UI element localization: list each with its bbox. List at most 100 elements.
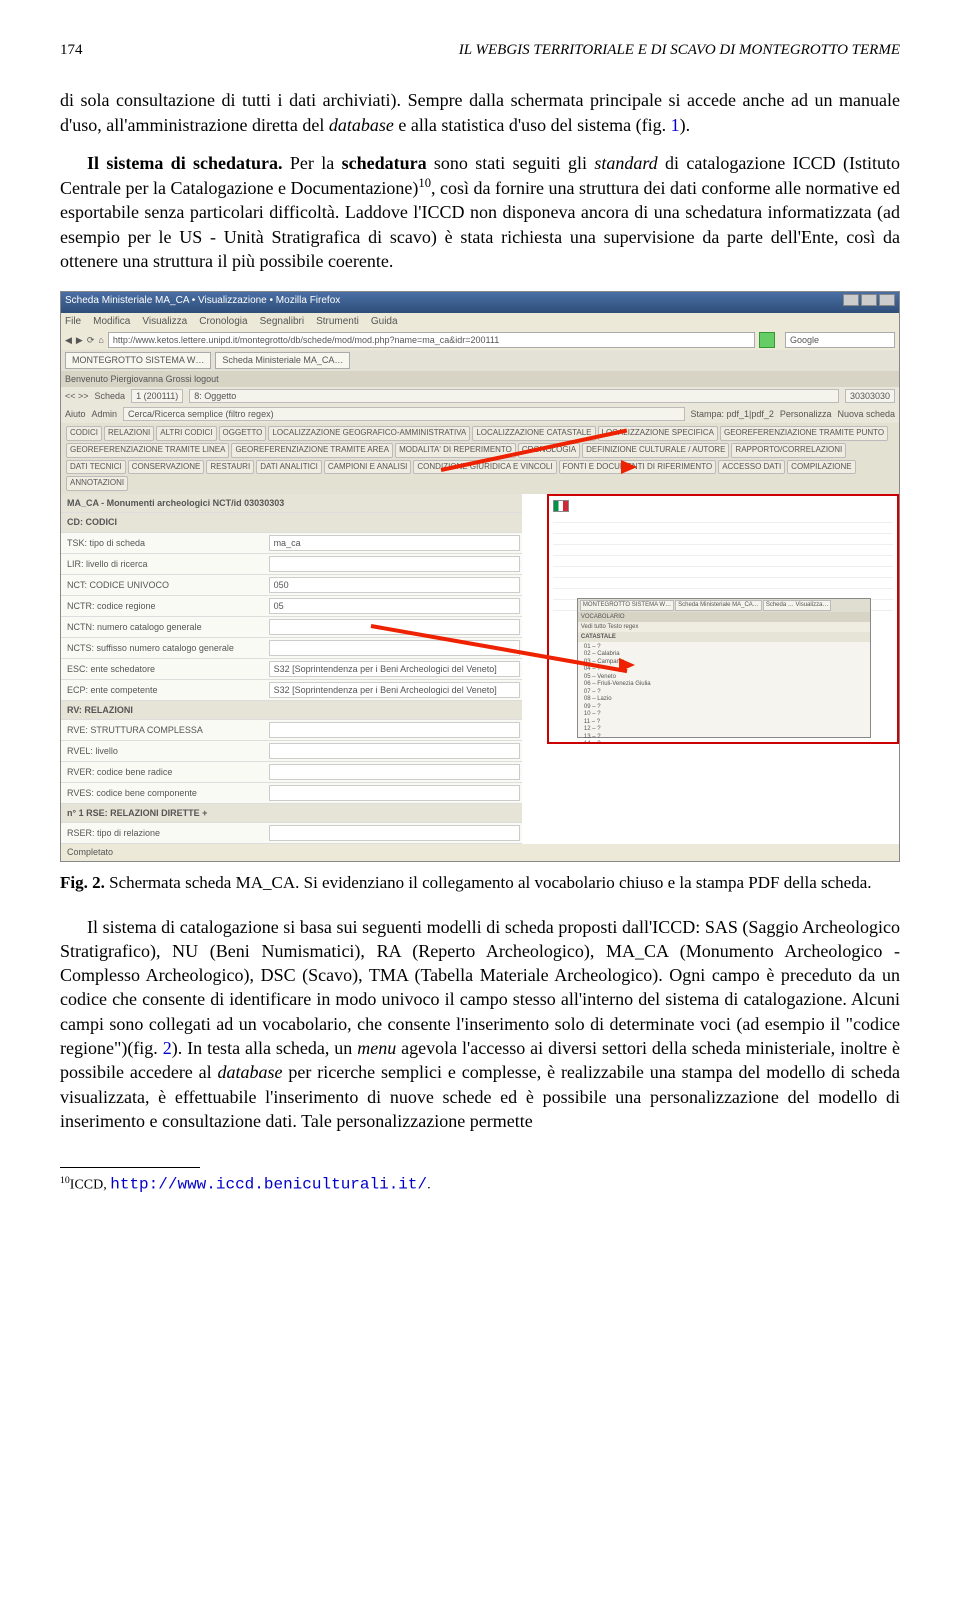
category-chip[interactable]: GEOREFERENZIAZIONE TRAMITE AREA [231,443,393,458]
category-chip[interactable]: CODICI [66,426,102,441]
vocab-item[interactable]: 08 – Lazio [584,696,864,704]
field-value[interactable]: S32 [Soprintendenza per i Beni Archeolog… [269,661,520,677]
figure-caption: Fig. 2. Schermata scheda MA_CA. Si evide… [60,872,900,895]
field-row: NCT: CODICE UNIVOCO050 [61,575,522,596]
category-chip[interactable]: CAMPIONI E ANALISI [324,460,412,475]
category-chip[interactable]: GEOREFERENZIAZIONE TRAMITE PUNTO [720,426,888,441]
field-value[interactable] [269,743,520,759]
field-value[interactable]: 050 [269,577,520,593]
category-chip[interactable]: FONTI E DOCUMENTI DI RIFERIMENTO [559,460,717,475]
field-value[interactable] [269,619,520,635]
field-value[interactable]: S32 [Soprintendenza per i Beni Archeolog… [269,682,520,698]
field-value[interactable] [269,556,520,572]
italy-flag-icon [553,500,569,512]
vocab-item[interactable]: 14 – ? [584,741,864,744]
vocab-item[interactable]: 07 – ? [584,689,864,697]
field-label: RSER: tipo di relazione [61,824,267,842]
field-label: ESC: ente schedatore [61,660,267,678]
field-value[interactable] [269,785,520,801]
app-welcomebar: Benvenuto Piergiovanna Grossi logout [61,371,899,387]
field-label: NCT: CODICE UNIVOCO [61,576,267,594]
field-value[interactable] [269,640,520,656]
field-label: ECP: ente competente [61,681,267,699]
nuova-scheda-link[interactable]: Nuova scheda [837,408,895,420]
app-row-1: << >> Scheda 1 (200111) 8: Oggetto 30303… [61,387,899,405]
footnote-url[interactable]: http://www.iccd.beniculturali.it/ [110,1176,427,1194]
nav-arrows[interactable]: << >> [65,390,89,402]
running-header: 174 IL WEBGIS TERRITORIALE E DI SCAVO DI… [60,40,900,60]
browser-search[interactable]: Google [785,332,895,348]
forward-icon[interactable]: ▶ [76,334,83,346]
category-chip[interactable]: RESTAURI [206,460,254,475]
figure-2: Scheda Ministeriale MA_CA • Visualizzazi… [60,291,900,894]
paragraph-1: di sola consultazione di tutti i dati ar… [60,88,900,137]
field-label: CD: CODICI [61,513,267,531]
field-row: NCTR: codice regione05 [61,596,522,617]
vocab-item[interactable]: 06 – Friuli-Venezia Giulia [584,681,864,689]
subwin-toolbar[interactable]: Vedi tutto Testo regex [578,622,870,632]
home-icon[interactable]: ⌂ [98,334,103,346]
field-label: n° 1 RSE: RELAZIONI DIRETTE + [61,804,267,822]
subwin-tabs[interactable]: MONTEGROTTO SISTEMA W…Scheda Ministerial… [578,599,870,611]
field-value[interactable] [269,722,520,738]
statusbar: Completato [61,844,899,860]
category-chip[interactable]: DATI ANALITICI [256,460,322,475]
category-chip[interactable]: LOCALIZZAZIONE GEOGRAFICO-AMMINISTRATIVA [268,426,470,441]
codice-field[interactable]: 30303030 [845,389,895,403]
arrowhead-icon [619,658,635,672]
field-row: CD: CODICI [61,513,522,532]
category-chip[interactable]: CONSERVAZIONE [128,460,205,475]
footnote-rule [60,1167,200,1168]
footnote-ref-10[interactable]: 10 [418,176,431,190]
vocab-item[interactable]: 13 – ? [584,734,864,742]
window-buttons[interactable] [841,294,895,311]
category-chip[interactable]: OGGETTO [219,426,267,441]
field-label: NCTR: codice regione [61,597,267,615]
category-chip[interactable]: DATI TECNICI [66,460,126,475]
vocab-item[interactable]: 12 – ? [584,726,864,734]
field-label: TSK: tipo di scheda [61,534,267,552]
field-value[interactable]: 05 [269,598,520,614]
category-chip[interactable]: DEFINIZIONE CULTURALE / AUTORE [582,443,729,458]
field-value[interactable] [269,764,520,780]
back-icon[interactable]: ◀ [65,334,72,346]
browser-tabs: MONTEGROTTO SISTEMA W… Scheda Ministeria… [61,350,899,370]
url-field[interactable]: http://www.ketos.lettere.unipd.it/monteg… [108,332,755,348]
field-value[interactable]: ma_ca [269,535,520,551]
subwin-group: CATASTALE [578,632,870,642]
campi-select[interactable]: 8: Oggetto [189,389,839,403]
field-value[interactable] [269,825,520,841]
reload-icon[interactable]: ⟳ [87,334,95,346]
category-chip[interactable]: GEOREFERENZIAZIONE TRAMITE LINEA [66,443,229,458]
personalizza-link[interactable]: Personalizza [780,408,832,420]
browser-tab[interactable]: Scheda Ministeriale MA_CA… [215,352,350,368]
category-chip[interactable]: COMPILAZIONE [787,460,855,475]
vocab-list[interactable]: 01 – ?02 – Calabria03 – Campania04 – ?05… [578,642,870,744]
vocab-item[interactable]: 10 – ? [584,711,864,719]
vocab-item[interactable]: 05 – Veneto [584,674,864,682]
running-title: IL WEBGIS TERRITORIALE E DI SCAVO DI MON… [459,40,900,60]
category-chip[interactable]: ANNOTAZIONI [66,476,128,491]
field-row: RVEL: livello [61,741,522,762]
category-chip[interactable]: ACCESSO DATI [718,460,785,475]
schema-header: MA_CA - Monumenti archeologici NCT/id 03… [61,494,522,513]
search-field[interactable]: Cerca/Ricerca semplice (filtro regex) [123,407,684,421]
field-row: RVER: codice bene radice [61,762,522,783]
footnote-10: 10ICCD, http://www.iccd.beniculturali.it… [60,1174,900,1196]
figure-screenshot: Scheda Ministeriale MA_CA • Visualizzazi… [60,291,900,861]
category-chip[interactable]: RELAZIONI [104,426,154,441]
field-label: RVE: STRUTTURA COMPLESSA [61,721,267,739]
vocab-item[interactable]: 09 – ? [584,704,864,712]
figref-2[interactable]: 2 [163,1038,172,1058]
scheda-id[interactable]: 1 (200111) [131,389,183,403]
category-chip[interactable]: RAPPORTO/CORRELAZIONI [731,443,846,458]
field-label: RVES: codice bene componente [61,784,267,802]
category-chip[interactable]: ALTRI CODICI [156,426,216,441]
go-button[interactable] [759,332,775,348]
browser-menubar[interactable]: FileModificaVisualizzaCronologiaSegnalib… [61,313,899,331]
figref-1[interactable]: 1 [671,115,680,135]
vocab-item[interactable]: 01 – ? [584,644,864,652]
vocab-item[interactable]: 11 – ? [584,719,864,727]
stampa-link[interactable]: Stampa: pdf_1|pdf_2 [691,408,774,420]
browser-tab[interactable]: MONTEGROTTO SISTEMA W… [65,352,211,368]
